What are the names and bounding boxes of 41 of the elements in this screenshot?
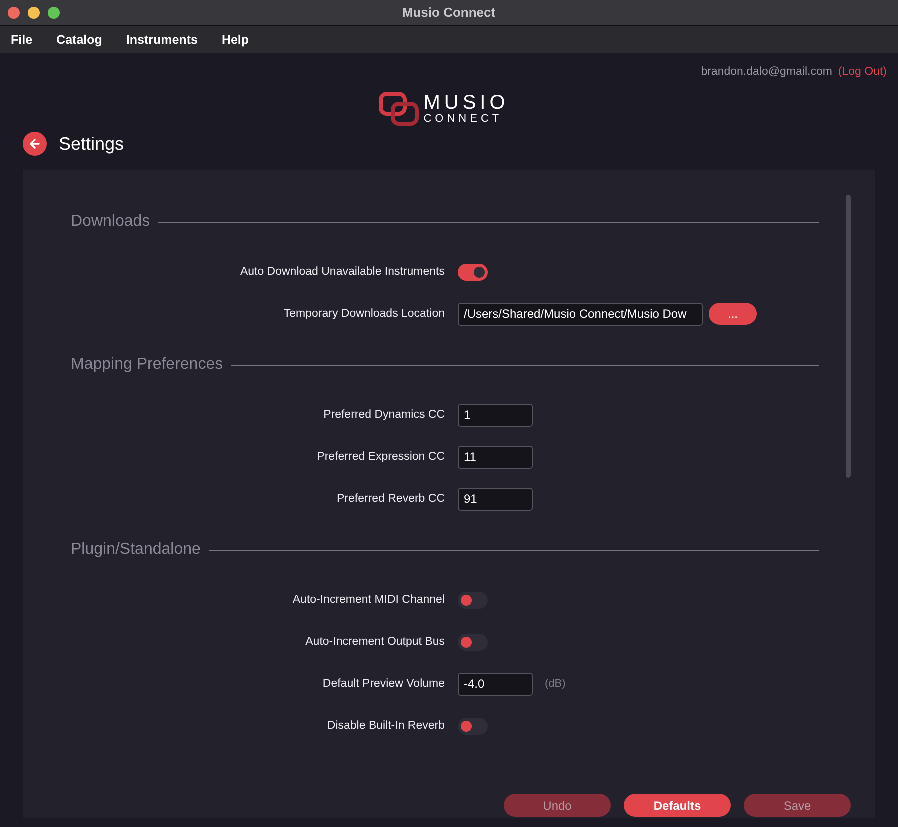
unit-label: (dB) [545, 678, 566, 690]
setting-label: Auto-Increment Output Bus [304, 636, 446, 648]
menu-item[interactable]: Help [222, 32, 250, 46]
number-field[interactable]: 11 [458, 446, 533, 468]
number-field[interactable]: -4.0 [458, 672, 533, 696]
window-title: Musio Connect [402, 5, 496, 20]
toggle-switch[interactable] [458, 634, 488, 650]
section-heading: Plugin/Standalone [71, 541, 201, 559]
back-button[interactable] [23, 132, 47, 156]
number-field[interactable]: 1 [458, 404, 533, 426]
close-button[interactable] [8, 7, 20, 19]
logo-subtitle: CONNECT [424, 114, 504, 125]
toggle-switch[interactable] [458, 592, 488, 608]
setting-label: Default Preview Volume [322, 678, 446, 690]
setting-label: Preferred Expression CC [316, 451, 446, 463]
setting-label: Temporary Downloads Location [282, 308, 446, 320]
account-email: brandon.dalo@gmail.com [701, 66, 832, 78]
browse-button[interactable]: ... [709, 303, 757, 325]
zoom-button[interactable] [48, 7, 60, 19]
section-heading: Downloads [71, 213, 150, 231]
logo-wordmark: MUSIO [424, 93, 510, 113]
setting-label: Disable Built-In Reverb [326, 720, 446, 732]
setting-label: Preferred Dynamics CC [322, 409, 446, 421]
page-title: Settings [59, 134, 124, 154]
menu-item[interactable]: File [11, 32, 33, 46]
arrow-left-icon [29, 138, 41, 150]
logout-link[interactable]: (Log Out) [838, 66, 887, 78]
scrollbar[interactable] [846, 195, 851, 478]
minimize-button[interactable] [28, 7, 40, 19]
toggle-switch[interactable] [458, 264, 488, 280]
toggle-switch[interactable] [458, 718, 488, 734]
setting-label: Auto Download Unavailable Instruments [239, 266, 446, 278]
chain-link-icon [378, 92, 419, 126]
path-field[interactable]: /Users/Shared/Musio Connect/Musio Dow [458, 302, 703, 326]
action-button[interactable]: Defaults [624, 794, 731, 817]
setting-label: Auto-Increment MIDI Channel [292, 594, 446, 606]
section-heading: Mapping Preferences [71, 356, 224, 374]
setting-label: Preferred Reverb CC [336, 493, 446, 505]
menu-item[interactable]: Instruments [126, 32, 198, 46]
number-field[interactable]: 91 [458, 488, 533, 510]
menu-item[interactable]: Catalog [56, 32, 102, 46]
